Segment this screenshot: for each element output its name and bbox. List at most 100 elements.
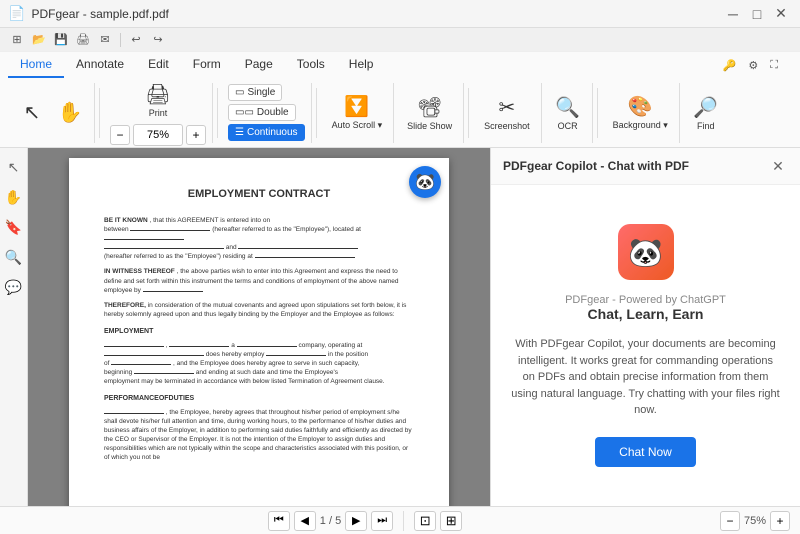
background-label: Background ▾ — [613, 120, 668, 131]
auto-scroll-button[interactable]: ⏬ Auto Scroll ▾ — [327, 91, 388, 134]
prev-page-button[interactable]: ◀ — [294, 511, 316, 531]
copilot-fab-button[interactable]: 🐼 — [409, 166, 441, 198]
zoom-in-button[interactable]: + — [770, 511, 790, 531]
cursor-tool-button[interactable]: ↖ — [14, 97, 50, 128]
fullscreen-button[interactable]: ⛶ — [764, 57, 784, 74]
home-button[interactable]: ⊞ — [8, 31, 26, 49]
tab-form[interactable]: Form — [181, 52, 233, 78]
pdf-employment-paragraph: , a company, operating at does hereby em… — [104, 341, 414, 386]
tab-help[interactable]: Help — [337, 52, 386, 78]
copilot-header: PDFgear Copilot - Chat with PDF ✕ — [491, 148, 800, 185]
sidebar-comment-icon[interactable]: 💬 — [3, 276, 25, 298]
ribbon-sep-3 — [316, 88, 317, 138]
hand-tool-button[interactable]: ✋ — [52, 97, 88, 128]
pdf-scroll-area[interactable]: 🐼 EMPLOYMENT CONTRACT BE IT KNOWN , that… — [28, 148, 490, 506]
find-icon: 🔎 — [693, 95, 718, 120]
zoom-in-ribbon-button[interactable]: + — [186, 125, 206, 145]
screenshot-group: ✂ Screenshot — [473, 83, 542, 143]
ribbon-sep-1 — [99, 88, 100, 138]
ocr-icon: 🔍 — [555, 95, 580, 120]
tab-edit[interactable]: Edit — [136, 52, 181, 78]
slide-show-group: 📽 Slide Show — [396, 83, 464, 143]
first-page-button[interactable]: ⏮ — [268, 511, 290, 531]
double-view-button[interactable]: ▭▭ Double — [228, 104, 296, 121]
main-area: ↖ ✋ 🔖 🔍 💬 🐼 EMPLOYMENT CONTRACT BE IT KN… — [0, 148, 800, 506]
background-button[interactable]: 🎨 Background ▾ — [608, 91, 673, 134]
find-group: 🔎 Find — [682, 83, 730, 143]
last-page-button[interactable]: ⏭ — [371, 511, 393, 531]
continuous-label: Continuous — [247, 127, 298, 138]
double-icon: ▭▭ — [235, 107, 254, 118]
screenshot-button[interactable]: ✂ Screenshot — [479, 92, 535, 134]
auto-scroll-icon: ⏬ — [344, 94, 369, 119]
copilot-panel: PDFgear Copilot - Chat with PDF ✕ 🐼 PDFg… — [490, 148, 800, 506]
ribbon-sep-2 — [217, 88, 218, 138]
open-button[interactable]: 📂 — [30, 31, 48, 49]
tab-tools[interactable]: Tools — [285, 52, 337, 78]
hand-icon: ✋ — [58, 100, 83, 125]
tab-home[interactable]: Home — [8, 52, 64, 78]
print-quick-button[interactable]: 🖨 — [74, 31, 92, 49]
sidebar-cursor-icon[interactable]: ↖ — [3, 156, 25, 178]
pdf-employment-title: EMPLOYMENT — [104, 327, 414, 337]
zoom-out-ribbon-button[interactable]: − — [110, 125, 130, 145]
redo-button[interactable]: ↪ — [149, 31, 167, 49]
ribbon-sep-4 — [468, 88, 469, 138]
find-button[interactable]: 🔎 Find — [688, 92, 724, 134]
title-bar-left: 📄 PDFgear - sample.pdf.pdf — [8, 5, 169, 22]
window-title: PDFgear - sample.pdf.pdf — [31, 7, 168, 21]
slide-show-icon: 📽 — [417, 95, 442, 120]
sidebar-bookmark-icon[interactable]: 🔖 — [3, 216, 25, 238]
copilot-chat-now-button[interactable]: Chat Now — [595, 437, 696, 467]
slide-show-button[interactable]: 📽 Slide Show — [402, 92, 457, 134]
view-mode-row-2: ▭▭ Double — [228, 104, 305, 121]
print-button[interactable]: 🖨 Print — [140, 79, 176, 121]
sidebar-hand-icon[interactable]: ✋ — [3, 186, 25, 208]
continuous-icon: ☰ — [235, 127, 244, 138]
copilot-tagline-text: Chat, Learn, Earn — [565, 306, 726, 322]
tab-annotate[interactable]: Annotate — [64, 52, 136, 78]
page-indicator: 1 / 5 — [320, 515, 341, 527]
close-button[interactable]: ✕ — [770, 3, 792, 25]
email-button[interactable]: ✉ — [96, 31, 114, 49]
current-page: 1 — [320, 515, 326, 527]
settings-button[interactable]: ⚙ — [742, 57, 764, 74]
pdf-page: 🐼 EMPLOYMENT CONTRACT BE IT KNOWN , that… — [69, 158, 449, 506]
tab-page[interactable]: Page — [233, 52, 285, 78]
fit-page-button[interactable]: ⊡ — [414, 511, 436, 531]
nav-sep — [403, 511, 404, 531]
quick-access-toolbar: ⊞ 📂 💾 🖨 ✉ ↩ ↪ — [0, 28, 800, 52]
minimize-button[interactable]: ─ — [722, 3, 744, 25]
total-pages: 5 — [335, 515, 341, 527]
single-view-button[interactable]: ▭ Single — [228, 84, 282, 101]
zoom-controls: − 75% + — [720, 511, 790, 531]
zoom-level-display: 75% — [744, 515, 766, 527]
ocr-group: 🔍 OCR — [544, 83, 593, 143]
undo-button[interactable]: ↩ — [127, 31, 145, 49]
zoom-row: − + — [110, 124, 206, 146]
pdf-therefore-paragraph: THEREFORE, in consideration of the mutua… — [104, 301, 414, 319]
zoom-input[interactable] — [133, 124, 183, 146]
copilot-brand-text: PDFgear - Powered by ChatGPT — [565, 294, 726, 306]
next-page-button[interactable]: ▶ — [345, 511, 367, 531]
app-icon: 📄 — [8, 5, 25, 22]
pdf-performance-title: PERFORMANCEOFDUTIES — [104, 394, 414, 404]
zoom-out-button[interactable]: − — [720, 511, 740, 531]
maximize-button[interactable]: □ — [746, 3, 768, 25]
background-icon: 🎨 — [628, 94, 653, 119]
ocr-label: OCR — [558, 121, 578, 131]
bottom-toolbar: ⏮ ◀ 1 / 5 ▶ ⏭ ⊡ ⊞ − 75% + — [0, 506, 800, 534]
screenshot-icon: ✂ — [499, 95, 516, 120]
copilot-logo: 🐼 — [618, 224, 674, 280]
sidebar-search-icon[interactable]: 🔍 — [3, 246, 25, 268]
copilot-logo-emoji: 🐼 — [628, 236, 663, 269]
view-mode-buttons: ▭ Single ▭▭ Double ☰ Continuous — [228, 84, 305, 141]
ocr-button[interactable]: 🔍 OCR — [550, 92, 586, 134]
save-button[interactable]: 💾 — [52, 31, 70, 49]
signin-button[interactable]: 🔑 — [717, 57, 743, 74]
find-label: Find — [697, 121, 715, 131]
copilot-close-button[interactable]: ✕ — [768, 156, 788, 176]
continuous-view-button[interactable]: ☰ Continuous — [228, 124, 305, 141]
fit-width-button[interactable]: ⊞ — [440, 511, 462, 531]
auto-scroll-group: ⏬ Auto Scroll ▾ — [321, 83, 395, 143]
